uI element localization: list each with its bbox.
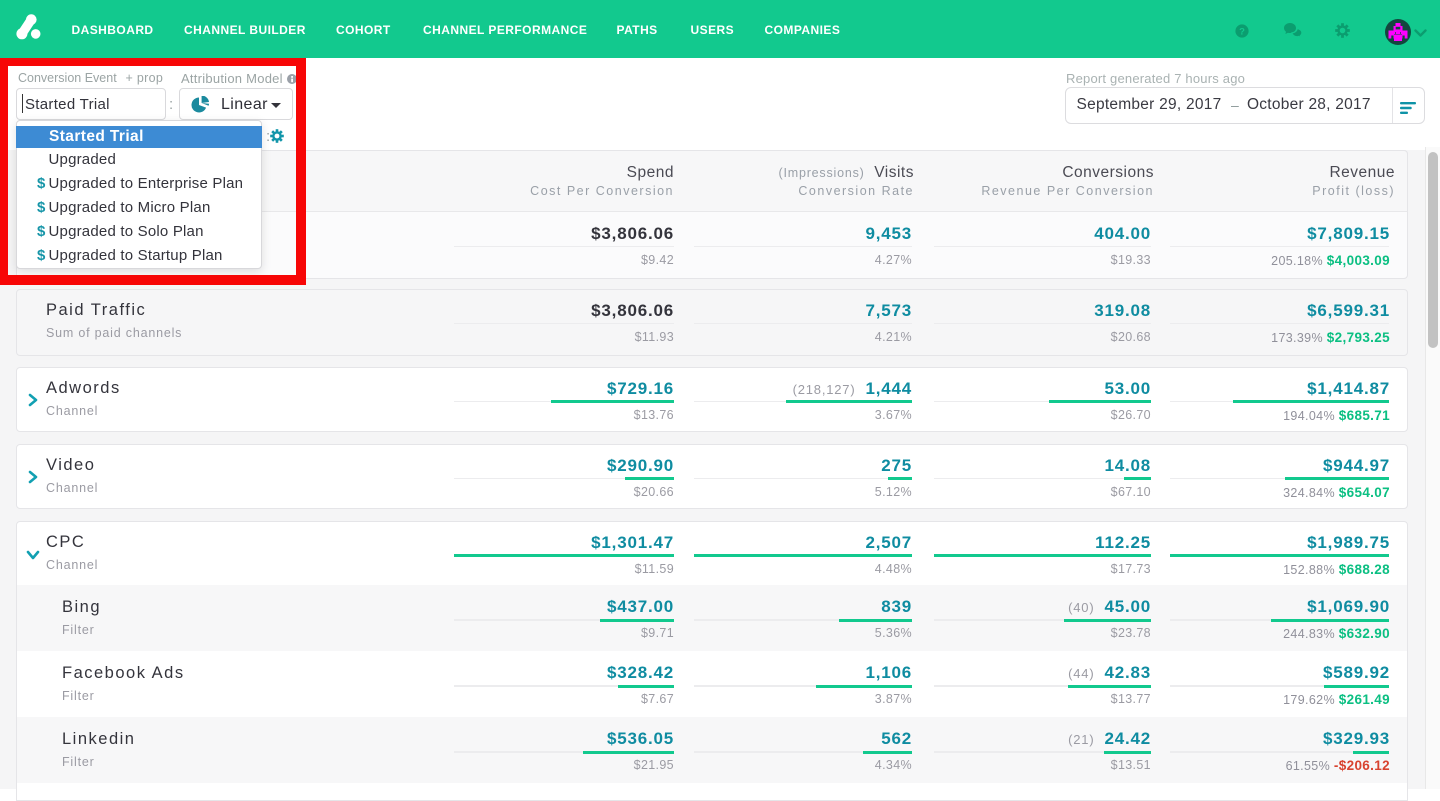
svg-text:?: ? [1239,26,1245,37]
